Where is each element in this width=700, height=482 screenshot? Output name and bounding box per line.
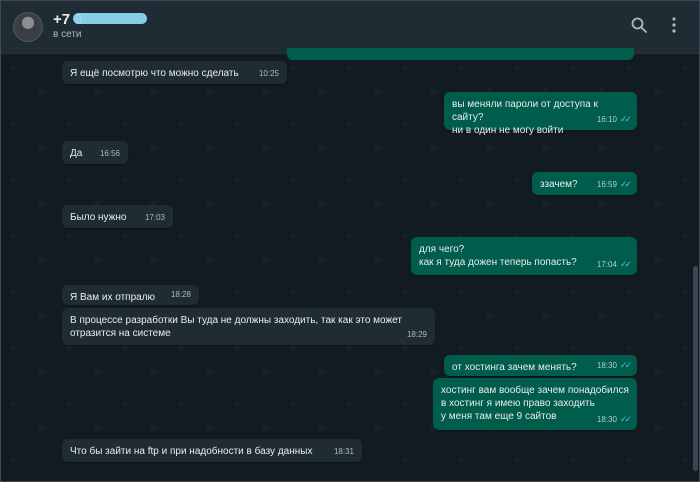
search-button[interactable] <box>630 16 652 38</box>
message-list[interactable]: Я ещё посмотрю что можно сделать 10:25 в… <box>1 48 699 481</box>
contact-avatar[interactable] <box>13 12 43 42</box>
search-icon <box>631 17 647 33</box>
message-time: 18:30 ✓✓ <box>596 360 632 370</box>
message-time: 18:30 ✓✓ <box>596 414 632 424</box>
chat-header: +7 9 в сети <box>1 1 699 54</box>
menu-button[interactable] <box>665 16 687 38</box>
scrollbar[interactable] <box>693 266 698 471</box>
contact-status: в сети <box>53 29 82 40</box>
message-bubble-incoming[interactable]: В процессе разработки Вы туда не должны … <box>62 308 435 345</box>
message-bubble-outgoing[interactable]: для чего? как я туда дожен теперь попаст… <box>411 237 637 275</box>
double-check-icon: ✓✓ <box>619 259 632 269</box>
message-bubble-incoming[interactable]: Я Вам их отпралю 18:28 <box>62 285 199 305</box>
message-bubble-outgoing[interactable]: вы меняли пароли от доступа к сайту? ни … <box>444 92 637 136</box>
message-text: Что бы зайти на ftp и при надобности в б… <box>70 446 313 457</box>
message-bubble-incoming[interactable]: Да 16:56 <box>62 141 128 164</box>
message-text: В процессе разработки Вы туда не должны … <box>70 315 402 339</box>
message-time: 10:25 <box>258 69 279 78</box>
message-bubble-incoming[interactable]: Было нужно 17:03 <box>62 205 173 228</box>
message-bubble-outgoing[interactable]: ззачем? 16:59 ✓✓ <box>532 172 637 195</box>
more-vertical-icon <box>672 17 676 33</box>
message-bubble-outgoing[interactable]: хостинг вам вообще зачем понадобился в х… <box>433 378 637 430</box>
message-text: Я ещё посмотрю что можно сделать <box>70 68 239 79</box>
message-bubble-incoming[interactable]: Что бы зайти на ftp и при надобности в б… <box>62 439 362 462</box>
double-check-icon: ✓✓ <box>619 360 632 370</box>
message-time: 18:28 <box>170 290 191 299</box>
double-check-icon: ✓✓ <box>619 114 632 124</box>
message-time: 17:03 <box>144 213 165 222</box>
double-check-icon: ✓✓ <box>619 414 632 424</box>
message-bubble-incoming[interactable]: Я ещё посмотрю что можно сделать 10:25 <box>62 61 287 84</box>
redaction-mask <box>73 13 147 24</box>
chat-window: +7 9 в сети Я ещё посмотрю что можно сде… <box>0 0 700 482</box>
message-time: 16:56 <box>99 149 120 158</box>
message-time: 18:31 <box>333 447 354 456</box>
double-check-icon: ✓✓ <box>619 179 632 189</box>
message-bubble-partial <box>287 48 634 60</box>
message-time: 16:59 ✓✓ <box>596 179 632 189</box>
message-bubble-outgoing[interactable]: от хостинга зачем менять? 18:30 ✓✓ <box>444 355 637 376</box>
message-time: 17:04 ✓✓ <box>596 259 632 269</box>
message-time: 18:29 <box>406 330 427 339</box>
message-time: 16:10 ✓✓ <box>596 114 632 124</box>
